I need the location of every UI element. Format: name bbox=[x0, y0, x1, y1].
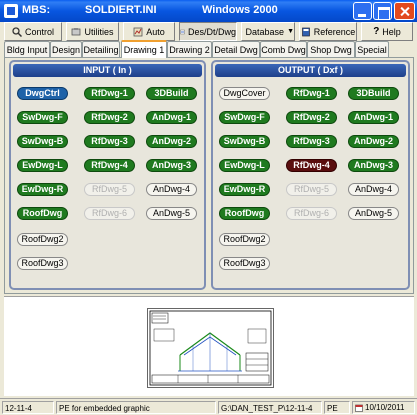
output-andwg-3-button[interactable]: AnDwg-3 bbox=[348, 159, 399, 172]
des-dt-dwg-label: Des/Dt/Dwg bbox=[187, 26, 236, 37]
output-andwg-2-button[interactable]: AnDwg-2 bbox=[348, 135, 399, 148]
output-panel-title: OUTPUT ( Dxf ) bbox=[215, 64, 406, 77]
input-rfdwg-1-button[interactable]: RfDwg-1 bbox=[84, 87, 135, 100]
input-andwg-1-button[interactable]: AnDwg-1 bbox=[146, 111, 197, 124]
status-date-cell: 10/10/2011 bbox=[352, 401, 415, 414]
input-andwg-4-button[interactable]: AnDwg-4 bbox=[146, 183, 197, 196]
auto-button[interactable]: Auto bbox=[123, 22, 175, 41]
preview-area bbox=[4, 296, 414, 396]
output-roofdwg-button[interactable]: RoofDwg bbox=[219, 207, 270, 220]
output-swdwg-f-button[interactable]: SwDwg-F bbox=[219, 111, 270, 124]
output-rfdwg-1-button[interactable]: RfDwg-1 bbox=[286, 87, 337, 100]
tab-detailing[interactable]: Detailing bbox=[82, 41, 120, 57]
reference-button[interactable]: Reference bbox=[299, 22, 357, 41]
control-button[interactable]: Control bbox=[4, 22, 62, 41]
input-swdwg-b-button[interactable]: SwDwg-B bbox=[17, 135, 68, 148]
database-label: Database bbox=[245, 26, 285, 37]
input-3dbuild-button[interactable]: 3DBuild bbox=[146, 87, 197, 100]
toolbar: Control Utilities Auto Des/Dt/Dwg Databa… bbox=[0, 22, 417, 42]
output-rfdwg-5-button: RfDwg-5 bbox=[286, 183, 337, 196]
tab-bldg-input[interactable]: Bldg Input bbox=[4, 41, 50, 57]
help-icon: ? bbox=[373, 26, 380, 37]
des-dt-dwg-button[interactable]: Des/Dt/Dwg bbox=[179, 22, 237, 41]
utilities-label: Utilities bbox=[84, 26, 114, 37]
book-icon bbox=[301, 27, 310, 36]
title-bar: MBS: SOLDIERT.INI Windows 2000 bbox=[0, 0, 417, 22]
help-label: Help bbox=[382, 26, 401, 37]
input-rfdwg-5-button: RfDwg-5 bbox=[84, 183, 135, 196]
ini-file-name: SOLDIERT.INI bbox=[85, 4, 157, 16]
drawing-thumbnail[interactable] bbox=[147, 308, 274, 388]
output-andwg-1-button[interactable]: AnDwg-1 bbox=[348, 111, 399, 124]
status-user: PE bbox=[324, 401, 350, 414]
tab-drawing-1[interactable]: Drawing 1 bbox=[121, 40, 167, 58]
database-button[interactable]: Database ▼ bbox=[241, 22, 295, 41]
minimize-button[interactable] bbox=[353, 2, 372, 20]
output-panel: OUTPUT ( Dxf ) DwgCover RfDwg-1 3DBuild SwD… bbox=[211, 60, 410, 290]
status-date: 10/10/2011 bbox=[365, 403, 405, 412]
calendar-icon bbox=[355, 404, 363, 412]
input-rfdwg-4-button[interactable]: RfDwg-4 bbox=[84, 159, 135, 172]
output-dwgcover-button[interactable]: DwgCover bbox=[219, 87, 270, 100]
tab-shop-dwg[interactable]: Shop Dwg bbox=[307, 41, 355, 57]
close-button[interactable] bbox=[394, 2, 415, 20]
input-rfdwg-2-button[interactable]: RfDwg-2 bbox=[84, 111, 135, 124]
input-swdwg-f-button[interactable]: SwDwg-F bbox=[17, 111, 68, 124]
magnifier-icon bbox=[12, 26, 22, 37]
input-panel: INPUT ( In ) DwgCtrl RfDwg-1 3DBuild SwDwg-… bbox=[9, 60, 206, 290]
input-roofdwg2-button[interactable]: RoofDwg2 bbox=[17, 233, 68, 246]
output-roofdwg3-button[interactable]: RoofDwg3 bbox=[219, 257, 270, 270]
tab-comb-dwg[interactable]: Comb Dwg bbox=[260, 41, 307, 57]
auto-icon bbox=[133, 27, 143, 36]
maximize-button[interactable] bbox=[373, 2, 392, 20]
input-andwg-2-button[interactable]: AnDwg-2 bbox=[146, 135, 197, 148]
status-message: PE for embedded graphic bbox=[56, 401, 216, 414]
auto-label: Auto bbox=[146, 26, 165, 37]
utilities-button[interactable]: Utilities bbox=[66, 22, 119, 41]
tab-design[interactable]: Design bbox=[50, 41, 82, 57]
input-panel-title: INPUT ( In ) bbox=[13, 64, 202, 77]
input-dwgctrl-button[interactable]: DwgCtrl bbox=[17, 87, 68, 100]
input-rfdwg-6-button: RfDwg-6 bbox=[84, 207, 135, 220]
status-job: 12-11-4 bbox=[2, 401, 54, 414]
app-icon bbox=[4, 4, 18, 18]
drawing-1-page: INPUT ( In ) DwgCtrl RfDwg-1 3DBuild SwDwg-… bbox=[4, 57, 414, 294]
output-andwg-4-button[interactable]: AnDwg-4 bbox=[348, 183, 399, 196]
output-ewdwg-l-button[interactable]: EwDwg-L bbox=[219, 159, 270, 172]
help-button[interactable]: ? Help bbox=[361, 22, 413, 41]
status-path: G:\DAN_TEST_P\12-11-4 bbox=[218, 401, 322, 414]
input-ewdwg-r-button[interactable]: EwDwg-R bbox=[17, 183, 68, 196]
output-rfdwg-2-button[interactable]: RfDwg-2 bbox=[286, 111, 337, 124]
control-label: Control bbox=[24, 26, 54, 37]
os-name: Windows 2000 bbox=[202, 4, 278, 16]
input-andwg-3-button[interactable]: AnDwg-3 bbox=[146, 159, 197, 172]
tab-special[interactable]: Special bbox=[355, 41, 389, 57]
input-ewdwg-l-button[interactable]: EwDwg-L bbox=[17, 159, 68, 172]
output-andwg-5-button[interactable]: AnDwg-5 bbox=[348, 207, 399, 220]
output-swdwg-b-button[interactable]: SwDwg-B bbox=[219, 135, 270, 148]
tab-drawing-2[interactable]: Drawing 2 bbox=[167, 41, 212, 57]
drawing-thumbnail-graphic bbox=[149, 310, 272, 386]
app-name: MBS: bbox=[22, 4, 51, 16]
database-icon bbox=[242, 31, 243, 32]
status-bar: 12-11-4 PE for embedded graphic G:\DAN_T… bbox=[0, 398, 417, 415]
output-rfdwg-6-button: RfDwg-6 bbox=[286, 207, 337, 220]
input-rfdwg-3-button[interactable]: RfDwg-3 bbox=[84, 135, 135, 148]
chevron-down-icon: ▼ bbox=[287, 28, 294, 35]
output-rfdwg-4-button[interactable]: RfDwg-4 bbox=[286, 159, 337, 172]
input-roofdwg3-button[interactable]: RoofDwg3 bbox=[17, 257, 68, 270]
output-roofdwg2-button[interactable]: RoofDwg2 bbox=[219, 233, 270, 246]
reference-label: Reference bbox=[313, 26, 356, 37]
output-rfdwg-3-button[interactable]: RfDwg-3 bbox=[286, 135, 337, 148]
tab-detail-dwg[interactable]: Detail Dwg bbox=[212, 41, 260, 57]
output-3dbuild-button[interactable]: 3DBuild bbox=[348, 87, 399, 100]
input-andwg-5-button[interactable]: AnDwg-5 bbox=[146, 207, 197, 220]
tools-icon bbox=[72, 27, 81, 35]
output-ewdwg-r-button[interactable]: EwDwg-R bbox=[219, 183, 270, 196]
input-roofdwg-button[interactable]: RoofDwg bbox=[17, 207, 68, 220]
drawing-icon bbox=[180, 29, 185, 34]
